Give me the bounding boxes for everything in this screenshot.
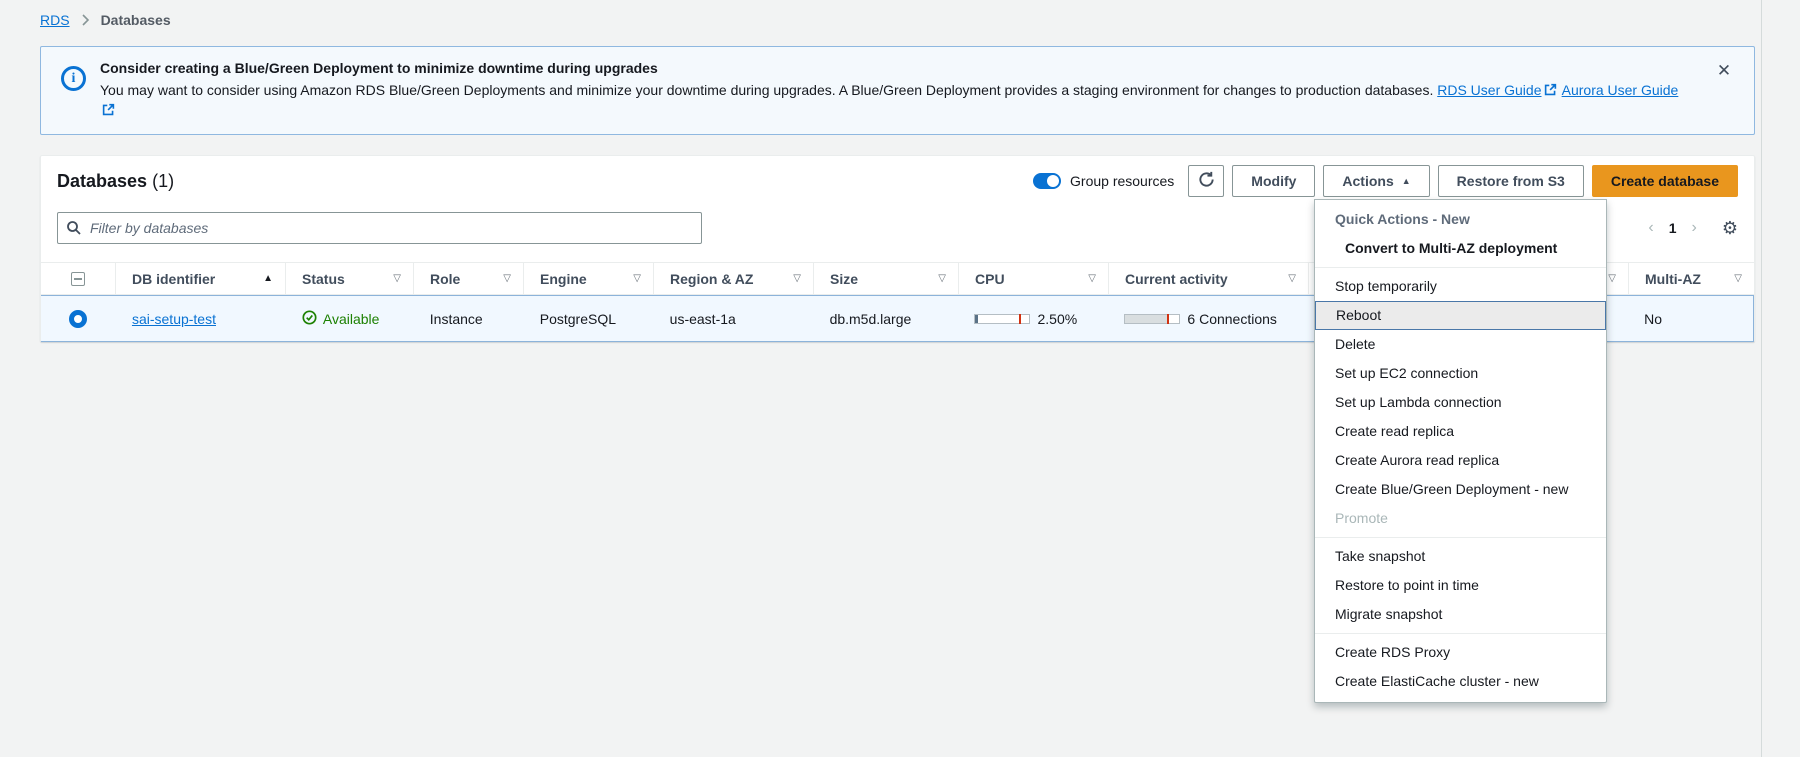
search-icon xyxy=(66,220,82,239)
menu-item-promote: Promote xyxy=(1315,504,1606,533)
menu-divider xyxy=(1315,537,1606,538)
result-count: (1) xyxy=(152,171,174,191)
menu-item-create-read-replica[interactable]: Create read replica xyxy=(1315,417,1606,446)
refresh-button[interactable] xyxy=(1188,165,1224,197)
cpu-value: 2.50% xyxy=(1037,311,1077,327)
banner-title: Consider creating a Blue/Green Deploymen… xyxy=(100,60,1690,76)
role-value: Instance xyxy=(430,311,483,327)
caret-up-icon: ▲ xyxy=(1402,176,1411,186)
row-select-radio[interactable] xyxy=(69,310,87,328)
refresh-icon xyxy=(1198,171,1215,191)
select-all-checkbox[interactable] xyxy=(71,272,85,286)
info-banner: i Consider creating a Blue/Green Deploym… xyxy=(40,46,1755,135)
sort-icon[interactable]: ▽ xyxy=(1088,273,1096,284)
next-page-button[interactable]: › xyxy=(1692,219,1697,237)
activity-bar xyxy=(1124,314,1180,324)
db-identifier-link[interactable]: sai-setup-test xyxy=(132,311,216,327)
sort-icon[interactable]: ▽ xyxy=(393,273,401,284)
gear-icon[interactable]: ⚙ xyxy=(1722,219,1738,237)
col-db-identifier[interactable]: DB identifier ▲ xyxy=(116,263,286,294)
menu-item-create-blue-green-deployment-new[interactable]: Create Blue/Green Deployment - new xyxy=(1315,475,1606,504)
sort-icon[interactable]: ▽ xyxy=(938,273,946,284)
chevron-right-icon xyxy=(80,13,91,27)
menu-item-create-rds-proxy[interactable]: Create RDS Proxy xyxy=(1315,638,1606,667)
col-status[interactable]: Status ▽ xyxy=(286,263,414,294)
info-icon: i xyxy=(61,66,86,91)
multi-az-value: No xyxy=(1644,311,1662,327)
sort-icon[interactable]: ▽ xyxy=(793,273,801,284)
breadcrumb-link-rds[interactable]: RDS xyxy=(40,12,70,28)
menu-divider xyxy=(1315,633,1606,634)
sort-icon[interactable]: ▽ xyxy=(1608,273,1616,284)
size-value: db.m5d.large xyxy=(830,311,912,327)
external-link-icon xyxy=(1544,82,1557,101)
breadcrumb-current: Databases xyxy=(101,12,171,28)
menu-item-stop-temporarily[interactable]: Stop temporarily xyxy=(1315,272,1606,301)
banner-body: You may want to consider using Amazon RD… xyxy=(100,81,1690,121)
sort-icon[interactable]: ▽ xyxy=(1734,273,1742,284)
current-activity-value: 6 Connections xyxy=(1187,311,1277,327)
restore-from-s3-button[interactable]: Restore from S3 xyxy=(1438,165,1584,197)
aurora-user-guide-link[interactable]: Aurora User Guide xyxy=(1562,82,1679,98)
filter-databases-input[interactable] xyxy=(57,212,702,244)
group-resources-toggle[interactable] xyxy=(1033,173,1061,189)
engine-value: PostgreSQL xyxy=(540,311,616,327)
col-size[interactable]: Size ▽ xyxy=(814,263,959,294)
menu-item-convert-to-multi-az-deployment[interactable]: Convert to Multi-AZ deployment xyxy=(1315,234,1606,263)
col-engine[interactable]: Engine ▽ xyxy=(524,263,654,294)
external-link-icon xyxy=(102,102,115,121)
menu-item-quick-actions-new: Quick Actions - New xyxy=(1315,205,1606,234)
select-all-checkbox-cell xyxy=(41,263,116,294)
col-multi-az[interactable]: Multi-AZ ▽ xyxy=(1629,263,1754,294)
breadcrumb: RDS Databases xyxy=(40,12,171,28)
modify-button[interactable]: Modify xyxy=(1232,165,1315,197)
col-current-activity[interactable]: Current activity ▽ xyxy=(1109,263,1309,294)
menu-divider xyxy=(1315,267,1606,268)
sort-icon[interactable]: ▽ xyxy=(633,273,641,284)
actions-button[interactable]: Actions ▲ xyxy=(1323,165,1429,197)
actions-menu: Quick Actions - NewConvert to Multi-AZ d… xyxy=(1314,199,1607,703)
collapsed-panel-divider xyxy=(1761,0,1762,757)
menu-item-set-up-lambda-connection[interactable]: Set up Lambda connection xyxy=(1315,388,1606,417)
col-cpu[interactable]: CPU ▽ xyxy=(959,263,1109,294)
col-role[interactable]: Role ▽ xyxy=(414,263,524,294)
prev-page-button[interactable]: ‹ xyxy=(1648,219,1653,237)
menu-item-migrate-snapshot[interactable]: Migrate snapshot xyxy=(1315,600,1606,629)
rds-user-guide-link[interactable]: RDS User Guide xyxy=(1437,82,1541,98)
menu-item-reboot[interactable]: Reboot xyxy=(1315,301,1606,330)
sort-icon[interactable]: ▽ xyxy=(503,273,511,284)
menu-item-restore-to-point-in-time[interactable]: Restore to point in time xyxy=(1315,571,1606,600)
menu-item-set-up-ec2-connection[interactable]: Set up EC2 connection xyxy=(1315,359,1606,388)
group-resources-label: Group resources xyxy=(1070,173,1174,189)
current-page: 1 xyxy=(1669,220,1677,236)
menu-item-delete[interactable]: Delete xyxy=(1315,330,1606,359)
close-icon[interactable]: ✕ xyxy=(1710,57,1738,85)
menu-item-create-elasticache-cluster-new[interactable]: Create ElastiCache cluster - new xyxy=(1315,667,1606,696)
col-region-az[interactable]: Region & AZ ▽ xyxy=(654,263,814,294)
pagination: ‹ 1 › ⚙ xyxy=(1648,219,1738,237)
page-title: Databases (1) xyxy=(57,171,174,192)
region-az-value: us-east-1a xyxy=(670,311,736,327)
create-database-button[interactable]: Create database xyxy=(1592,165,1738,197)
sort-icon[interactable]: ▽ xyxy=(1288,273,1296,284)
cpu-bar xyxy=(974,314,1030,324)
sort-asc-icon[interactable]: ▲ xyxy=(263,273,273,284)
menu-item-take-snapshot[interactable]: Take snapshot xyxy=(1315,542,1606,571)
menu-item-create-aurora-read-replica[interactable]: Create Aurora read replica xyxy=(1315,446,1606,475)
status-badge: Available xyxy=(302,310,380,328)
check-circle-icon xyxy=(302,310,317,328)
